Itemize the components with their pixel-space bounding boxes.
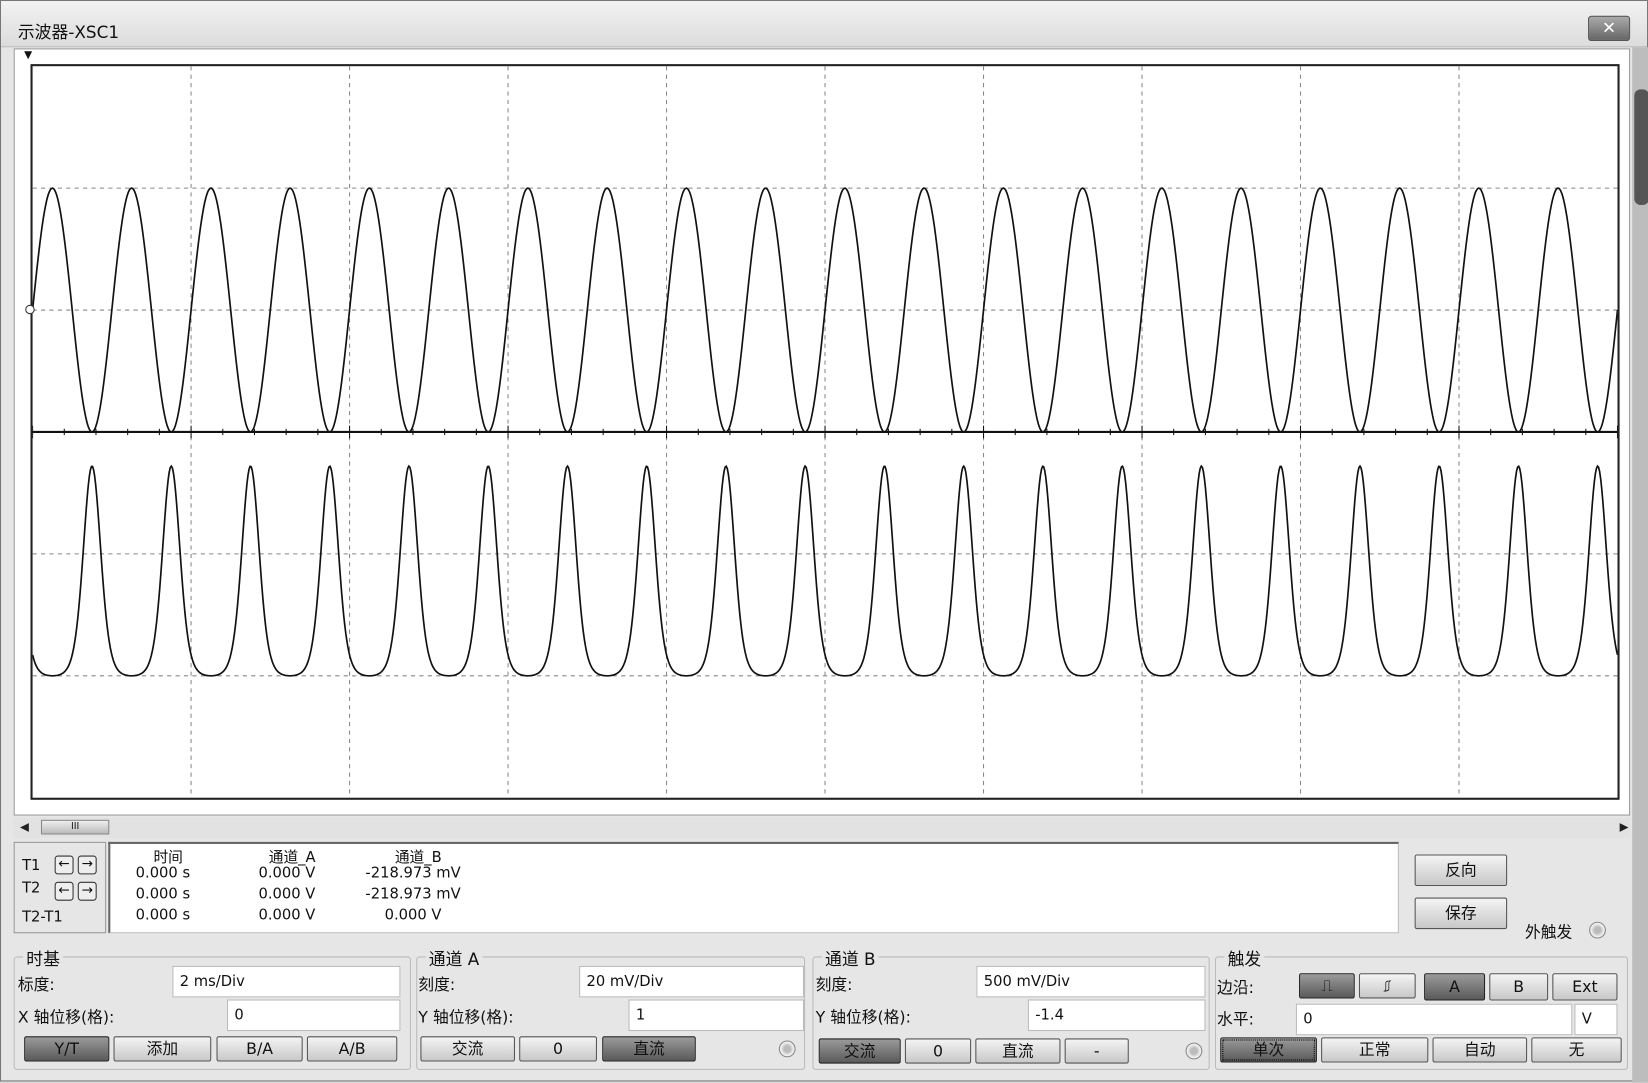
channel-b-zero-button[interactable]: 0	[905, 1038, 971, 1063]
timebase-title: 时基	[23, 945, 63, 970]
diff-time: 0.000 s	[100, 907, 226, 924]
level-label: 水平:	[1217, 1008, 1254, 1030]
channel-b-dc-button[interactable]: 直流	[975, 1038, 1060, 1063]
scroll-thumb[interactable]: III	[41, 820, 109, 835]
cursor-t1-label: T1	[22, 858, 40, 875]
channel-a-ypos-label: Y 轴位移(格):	[418, 1006, 513, 1028]
yt-mode-button[interactable]: Y/T	[24, 1036, 109, 1061]
add-mode-button[interactable]: 添加	[114, 1036, 212, 1061]
scroll-right-icon[interactable]: ▶	[1620, 820, 1629, 834]
falling-edge-icon: ⎎	[1383, 976, 1391, 995]
channel-a-title: 通道 A	[426, 945, 483, 970]
measurement-readout: 时间 通道_A 通道_B 0.000 s 0.000 V -218.973 mV…	[108, 842, 1399, 933]
t2-channel-b: -218.973 mV	[350, 886, 476, 903]
channel-a-terminal[interactable]	[779, 1040, 796, 1057]
waveform-plot	[33, 66, 1618, 797]
rising-edge-icon: ⎍	[1321, 976, 1332, 995]
reverse-button[interactable]: 反向	[1415, 854, 1507, 886]
oscilloscope-window: 示波器-XSC1 ✕ ▼ ◀ III ▶ T1 ← → T2 ← → T2-T1…	[0, 0, 1648, 1081]
trigger-level-unit[interactable]: V	[1574, 1004, 1617, 1036]
channel-b-ac-button[interactable]: 交流	[819, 1038, 901, 1063]
channel-b-title: 通道 B	[822, 945, 879, 970]
channel-a-dc-button[interactable]: 直流	[602, 1036, 696, 1061]
window-title: 示波器-XSC1	[18, 18, 119, 43]
ext-trigger-label: 外触发	[1525, 921, 1572, 943]
header-channel-a: 通道_A	[229, 846, 355, 867]
rising-edge-button[interactable]: ⎍	[1299, 973, 1355, 998]
trigger-level-field[interactable]: 0	[1296, 1004, 1572, 1036]
trigger-position-marker-icon[interactable]: ▼	[24, 49, 32, 61]
channel-a-marker-icon[interactable]	[25, 305, 34, 314]
close-button[interactable]: ✕	[1588, 16, 1630, 41]
channel-a-zero-button[interactable]: 0	[519, 1036, 597, 1061]
none-mode-button[interactable]: 无	[1531, 1037, 1621, 1062]
trigger-source-b-button[interactable]: B	[1489, 973, 1548, 1000]
diff-channel-a: 0.000 V	[224, 907, 350, 924]
t1-time: 0.000 s	[100, 865, 226, 882]
header-channel-b: 通道_B	[355, 846, 481, 867]
ext-trigger-terminal[interactable]	[1589, 922, 1606, 939]
timebase-scale-field[interactable]: 2 ms/Div	[172, 966, 400, 998]
time-scrollbar[interactable]	[14, 818, 1630, 838]
normal-mode-button[interactable]: 正常	[1321, 1037, 1428, 1062]
save-button[interactable]: 保存	[1415, 898, 1507, 930]
cursor-controls: T1 ← → T2 ← → T2-T1	[14, 842, 106, 933]
channel-b-scale-field[interactable]: 500 mV/Div	[976, 966, 1205, 998]
channel-a-scale-label: 刻度:	[418, 973, 455, 995]
scroll-left-icon[interactable]: ◀	[20, 820, 29, 834]
scope-screen	[30, 64, 1619, 800]
channel-b-terminal[interactable]	[1186, 1043, 1203, 1060]
title-bar	[1, 1, 1647, 47]
t2-time: 0.000 s	[100, 886, 226, 903]
diff-channel-b: 0.000 V	[350, 907, 476, 924]
t1-channel-b: -218.973 mV	[350, 865, 476, 882]
channel-b-minus-button[interactable]: -	[1065, 1038, 1129, 1063]
t1-left-arrow-icon[interactable]: ←	[55, 856, 74, 875]
cursor-t2-label: T2	[22, 880, 40, 897]
t1-right-arrow-icon[interactable]: →	[78, 856, 97, 875]
trigger-source-ext-button[interactable]: Ext	[1552, 973, 1617, 1000]
t2-right-arrow-icon[interactable]: →	[78, 882, 97, 901]
ab-mode-button[interactable]: A/B	[307, 1036, 397, 1061]
edge-label: 边沿:	[1217, 976, 1254, 998]
header-time: 时间	[105, 846, 231, 867]
channel-a-ypos-field[interactable]: 1	[628, 1000, 804, 1032]
timebase-scale-label: 标度:	[18, 973, 55, 995]
channel-b-scale-label: 刻度:	[816, 973, 853, 995]
channel-a-scale-field[interactable]: 20 mV/Div	[579, 966, 804, 998]
channel-b-ypos-field[interactable]: -1.4	[1028, 1000, 1206, 1032]
trigger-title: 触发	[1224, 945, 1264, 970]
channel-a-ac-button[interactable]: 交流	[420, 1036, 515, 1061]
trigger-source-a-button[interactable]: A	[1424, 973, 1485, 1000]
channel-b-ypos-label: Y 轴位移(格):	[816, 1006, 911, 1028]
x-position-field[interactable]: 0	[227, 1000, 400, 1032]
side-scrollbar[interactable]	[1632, 47, 1648, 1082]
single-mode-button[interactable]: 单次	[1220, 1037, 1317, 1062]
cursor-diff-label: T2-T1	[22, 909, 63, 926]
t1-channel-a: 0.000 V	[224, 865, 350, 882]
t2-left-arrow-icon[interactable]: ←	[55, 882, 74, 901]
x-position-label: X 轴位移(格):	[18, 1006, 114, 1028]
ba-mode-button[interactable]: B/A	[217, 1036, 303, 1061]
falling-edge-button[interactable]: ⎎	[1359, 973, 1416, 998]
auto-mode-button[interactable]: 自动	[1433, 1037, 1528, 1062]
t2-channel-a: 0.000 V	[224, 886, 350, 903]
close-icon: ✕	[1602, 18, 1616, 38]
